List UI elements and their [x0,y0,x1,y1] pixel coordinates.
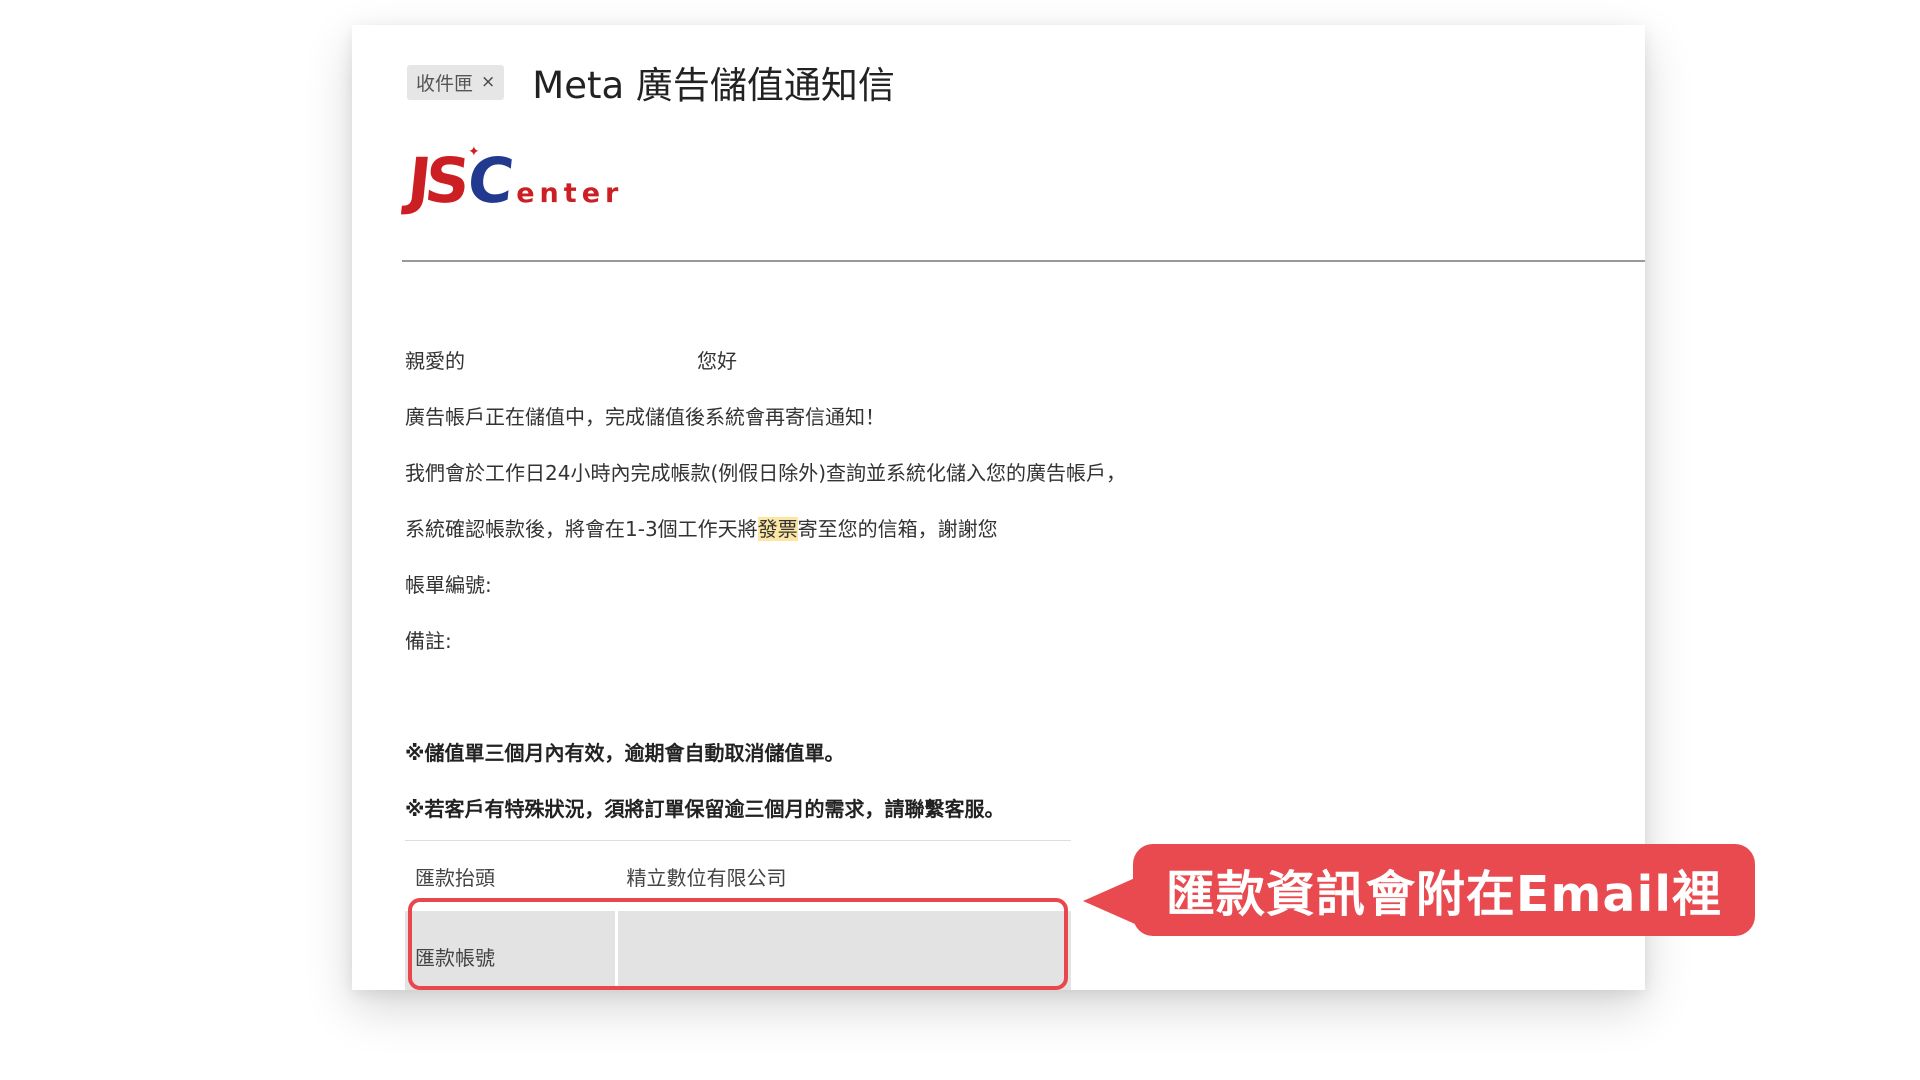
body-line-3-before: 系統確認帳款後，將會在1-3個工作天將 [405,517,758,541]
body-line-3: 系統確認帳款後，將會在1-3個工作天將發票寄至您的信箱，謝謝您 [405,513,998,542]
close-icon[interactable]: × [481,72,495,92]
body-line-3-after: 寄至您的信箱，謝謝您 [797,517,998,541]
email-subject: Meta 廣告儲值通知信 [532,64,895,107]
greeting-prefix: 親愛的 [405,349,465,373]
note-label: 備註: [405,629,452,653]
inbox-label-chip[interactable]: 收件匣 × [407,64,505,100]
jscenter-logo: ✦ JS C enter [404,144,624,217]
inbox-label-text: 收件匣 [416,72,474,95]
stage: 收件匣 × Meta 廣告儲值通知信 ✦ JS C enter 親愛的 您好 廣告… [0,0,1920,1080]
body-line-1: 廣告帳戶正在儲值中，完成儲值後系統會再寄信通知！ [405,405,885,429]
logo-enter: enter [516,178,624,209]
callout-pointer [1083,878,1135,924]
notice-line-2: ※若客戶有特殊狀況，須將訂單保留逾三個月的需求，請聯繫客服。 [405,797,1005,821]
greeting-suffix: 您好 [697,349,737,373]
subject-row: 收件匣 × Meta 廣告儲值通知信 [407,55,895,109]
header-divider [402,260,1645,262]
callout-text: 匯款資訊會附在Email裡 [1165,865,1723,923]
logo-c: C [463,144,518,217]
notice-line-1: ※儲值單三個月內有效，逾期會自動取消儲值單。 [405,741,845,765]
invoice-highlight: 發票 [757,517,798,541]
order-number-label: 帳單編號: [405,573,492,597]
callout-banner: 匯款資訊會附在Email裡 [1133,844,1755,936]
logo-js: JS [404,144,468,217]
greeting-line: 親愛的 您好 [405,345,737,374]
body-line-2: 我們會於工作日24小時內完成帳款(例假日除外)查詢並系統化儲入您的廣告帳戶， [405,461,1127,485]
account-highlight-box [408,898,1068,990]
